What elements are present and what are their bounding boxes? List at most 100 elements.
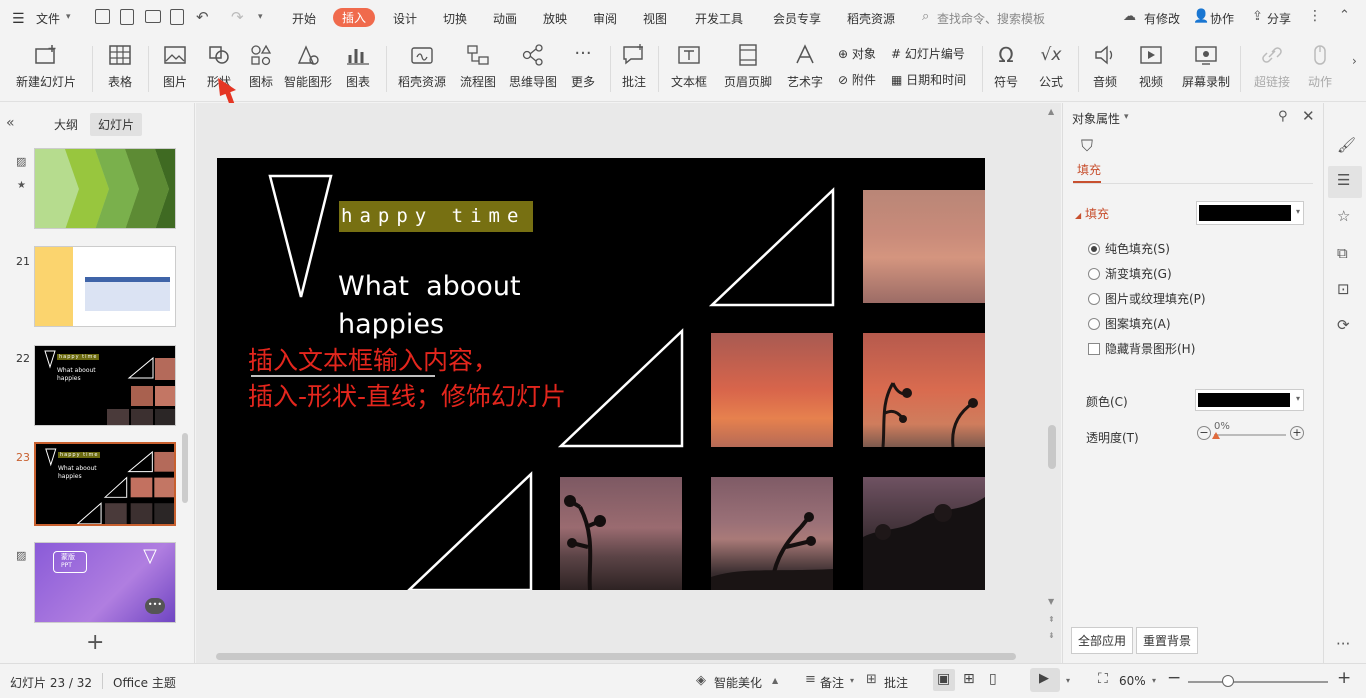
quick-access-dropdown-icon[interactable]: ▾ [258, 12, 263, 22]
tab-home[interactable]: 开始 [292, 10, 316, 27]
chart-button[interactable]: 图表 [338, 40, 378, 98]
slide-canvas[interactable]: happy time What aboout happies 插入文本框输入内容… [217, 158, 985, 590]
tab-fill[interactable]: 填充 [1077, 161, 1101, 178]
reset-background-button[interactable]: 重置背景 [1136, 627, 1199, 654]
pin-icon[interactable]: ⚲ [1278, 109, 1288, 124]
picture-button[interactable]: 图片 [155, 40, 195, 98]
next-slide-icon[interactable]: ⇟ [1048, 631, 1055, 640]
mindmap-button[interactable]: 思维导图 [506, 40, 560, 98]
table-button[interactable]: 表格 [100, 40, 140, 98]
more-icon[interactable]: ⋮ [1308, 8, 1322, 24]
fill-color-dropdown[interactable]: ▾ [1196, 201, 1304, 225]
scroll-up-icon[interactable]: ▲ [1048, 107, 1054, 116]
more-button[interactable]: ··· 更多 [564, 40, 602, 98]
vertical-scrollbar[interactable] [1048, 425, 1056, 469]
symbol-button[interactable]: Ω 符号 [987, 40, 1025, 98]
textbox-button[interactable]: 文本框 [664, 40, 714, 98]
undo-icon[interactable]: ↶ [196, 8, 209, 26]
tab-animation[interactable]: 动画 [493, 10, 517, 27]
comment-button[interactable]: 批注 [617, 40, 651, 98]
slide-sorter-icon[interactable]: ⊞ [963, 671, 975, 687]
export-pdf-icon[interactable] [120, 9, 134, 25]
slide-number-button[interactable]: # 幻灯片编号 [891, 45, 965, 62]
zoom-slider[interactable] [1188, 681, 1328, 683]
transparency-slider[interactable] [1214, 434, 1286, 436]
datetime-button[interactable]: ▦ 日期和时间 [891, 71, 966, 88]
redo-icon[interactable]: ↷ [231, 8, 244, 26]
radio-gradient-fill[interactable]: 渐变填充(G) [1088, 265, 1172, 282]
slide-thumbnail-22[interactable]: happy time What aboout happies [34, 345, 176, 426]
collab-button[interactable]: 协作 [1210, 10, 1234, 27]
audio-button[interactable]: 音频 [1086, 40, 1124, 98]
modified-status[interactable]: 有修改 [1144, 10, 1180, 27]
hyperlink-button[interactable]: 超链接 [1248, 40, 1296, 98]
add-slide-button[interactable]: + [86, 630, 104, 655]
print-icon[interactable] [145, 10, 161, 23]
more-options-icon[interactable]: ··· [1336, 635, 1350, 653]
zoom-in-icon[interactable]: + [1337, 668, 1351, 688]
transition-icon[interactable]: ⧉ [1337, 244, 1348, 262]
slider-thumb[interactable] [1212, 432, 1220, 439]
backup-icon[interactable]: ⟳ [1337, 316, 1350, 334]
tab-review[interactable]: 审阅 [593, 10, 617, 27]
zoom-out-icon[interactable]: − [1167, 668, 1181, 688]
slide-thumbnail-21[interactable] [34, 246, 176, 327]
apply-all-button[interactable]: 全部应用 [1071, 627, 1134, 654]
screen-record-button[interactable]: 屏幕录制 [1180, 40, 1232, 98]
minus-icon[interactable]: − [1197, 426, 1211, 440]
panel-scrollbar[interactable] [182, 433, 188, 503]
object-button[interactable]: ⊕ 对象 [838, 45, 876, 62]
slide-thumbnail-20[interactable] [34, 148, 176, 229]
plus-icon[interactable]: + [1290, 426, 1304, 440]
radio-solid-fill[interactable]: 纯色填充(S) [1088, 240, 1170, 257]
action-button[interactable]: 动作 [1302, 40, 1338, 98]
slide-text-line2[interactable]: happies [338, 309, 444, 340]
tab-outline[interactable]: 大纲 [54, 116, 78, 133]
beautify-button[interactable]: 智能美化 [714, 674, 762, 691]
tab-transition[interactable]: 切换 [443, 10, 467, 27]
chevron-down-icon[interactable]: ▾ [850, 676, 854, 685]
sliders-icon[interactable]: ☰ [1337, 171, 1350, 189]
tab-member[interactable]: 会员专享 [773, 10, 821, 27]
new-slide-button[interactable]: 新建幻灯片 [8, 40, 84, 98]
prev-slide-icon[interactable]: ⇞ [1048, 615, 1055, 624]
ribbon-scroll-right-icon[interactable]: › [1352, 54, 1357, 68]
theme-name[interactable]: Office 主题 [113, 674, 176, 691]
reading-view-icon[interactable]: ▯ [989, 671, 997, 687]
tab-slides[interactable]: 幻灯片 [90, 113, 143, 136]
fill-section-header[interactable]: ◢ 填充 [1075, 205, 1109, 222]
tab-insert[interactable]: 插入 [333, 8, 376, 27]
wordart-button[interactable]: 艺术字 [781, 40, 829, 98]
header-footer-button[interactable]: 页眉页脚 [721, 40, 775, 98]
share-button[interactable]: 分享 [1267, 10, 1291, 27]
pane-title[interactable]: 对象属性 [1072, 110, 1120, 127]
close-icon[interactable]: ✕ [1302, 107, 1315, 125]
collapse-panel-icon[interactable]: « [6, 115, 15, 131]
style-brush-icon[interactable]: 🖌 [1337, 136, 1356, 154]
comment-status-button[interactable]: 批注 [884, 674, 908, 691]
color-dropdown[interactable]: ▾ [1195, 389, 1304, 411]
save-icon[interactable] [95, 9, 110, 24]
animation-star-icon[interactable]: ☆ [1337, 207, 1350, 225]
fit-window-icon[interactable]: ⛶ [1098, 671, 1108, 687]
horizontal-scrollbar[interactable] [216, 653, 1016, 660]
tab-design[interactable]: 设计 [393, 10, 417, 27]
radio-pattern-fill[interactable]: 图案填充(A) [1088, 315, 1171, 332]
smart-shape-button[interactable]: 智能图形 [282, 40, 334, 98]
slide-thumbnail-24[interactable]: 蒙版 PPT ••• [34, 542, 176, 623]
slide-thumbnail-23[interactable]: happy time What aboout happies [34, 442, 176, 526]
formula-button[interactable]: √x 公式 [1032, 40, 1070, 98]
chevron-down-icon[interactable]: ▾ [1152, 676, 1156, 685]
collapse-icon[interactable]: ⌃ [1339, 8, 1350, 23]
chevron-down-icon[interactable]: ▾ [1066, 676, 1070, 685]
zoom-slider-thumb[interactable] [1222, 675, 1234, 687]
radio-picture-fill[interactable]: 图片或纹理填充(P) [1088, 290, 1206, 307]
notes-button[interactable]: 备注 [820, 674, 844, 691]
preview-icon[interactable] [170, 9, 184, 25]
flowchart-button[interactable]: 流程图 [456, 40, 500, 98]
tab-developer[interactable]: 开发工具 [695, 10, 743, 27]
docer-button[interactable]: 稻壳资源 [395, 40, 449, 98]
attachment-button[interactable]: ⊘ 附件 [838, 71, 876, 88]
tab-view[interactable]: 视图 [643, 10, 667, 27]
happy-time-text[interactable]: happy time [341, 205, 525, 227]
